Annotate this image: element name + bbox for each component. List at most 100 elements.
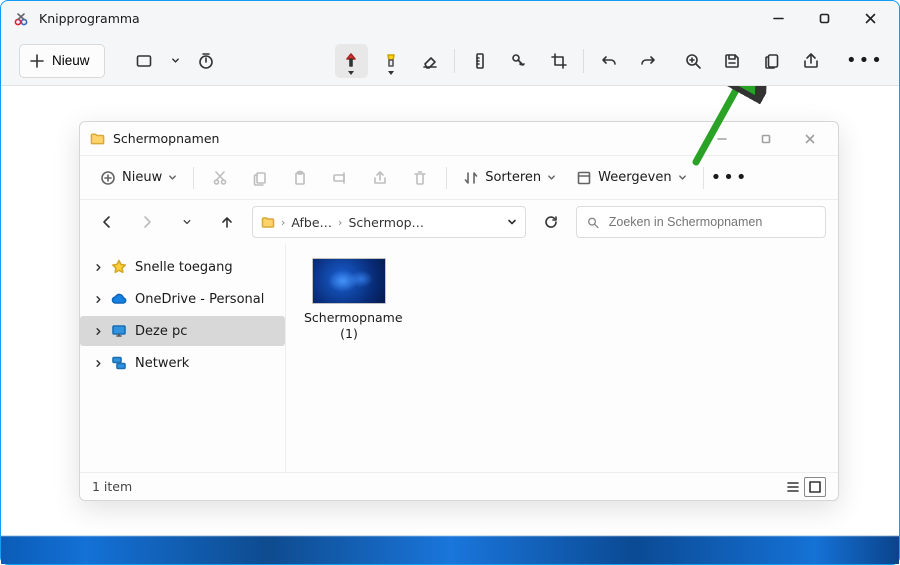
- share-icon: [802, 52, 820, 70]
- icons-view-button[interactable]: [804, 477, 826, 497]
- file-name-line1: Schermopname: [304, 310, 394, 326]
- zoom-icon: [684, 52, 702, 70]
- recent-locations-button[interactable]: [172, 207, 202, 237]
- chevron-right-icon: [94, 295, 103, 304]
- folder-icon: [261, 215, 275, 229]
- app-title: Knipprogramma: [39, 11, 140, 26]
- chevron-down-icon: [678, 173, 687, 182]
- share-button[interactable]: [794, 44, 827, 78]
- timer-icon: [197, 52, 215, 70]
- breadcrumb-seg2[interactable]: Schermop…: [348, 215, 424, 230]
- paste-icon: [292, 170, 308, 186]
- highlighter-tool-button[interactable]: [374, 44, 407, 78]
- cut-button[interactable]: [202, 162, 238, 194]
- explorer-more-button[interactable]: •••: [712, 162, 748, 194]
- file-thumbnail: [312, 258, 386, 304]
- status-text: 1 item: [92, 479, 132, 494]
- delay-button[interactable]: [189, 44, 222, 78]
- search-box[interactable]: [576, 206, 826, 238]
- star-icon: [111, 259, 127, 275]
- details-view-button[interactable]: [782, 477, 804, 497]
- forward-button[interactable]: [132, 207, 162, 237]
- explorer-toolbar: Nieuw Sorteren Weergeven: [80, 156, 838, 200]
- rename-icon: [332, 170, 348, 186]
- chevron-down-icon: [171, 56, 180, 65]
- explorer-maximize-button[interactable]: [744, 124, 788, 154]
- breadcrumb-seg1[interactable]: Afbe…: [291, 215, 332, 230]
- touch-icon: [510, 52, 528, 70]
- copy-icon: [763, 52, 781, 70]
- more-icon: •••: [711, 169, 749, 187]
- sidebar-item-onedrive[interactable]: OneDrive - Personal: [80, 284, 285, 314]
- crop-button[interactable]: [542, 44, 575, 78]
- share-button-explorer[interactable]: [362, 162, 398, 194]
- plus-icon: [30, 54, 44, 68]
- explorer-nav: › Afbe… › Schermop…: [80, 200, 838, 244]
- redo-button[interactable]: [631, 44, 664, 78]
- maximize-button[interactable]: [801, 3, 847, 35]
- copy-button[interactable]: [755, 44, 788, 78]
- breadcrumb-separator: ›: [338, 216, 342, 229]
- monitor-icon: [111, 323, 127, 339]
- copy-button-explorer[interactable]: [242, 162, 278, 194]
- explorer-close-button[interactable]: [788, 124, 832, 154]
- folder-icon: [90, 131, 105, 146]
- canvas-area: Schermopnamen Nieuw: [1, 86, 899, 564]
- new-plus-circle-icon: [100, 170, 116, 186]
- eraser-button[interactable]: [413, 44, 446, 78]
- explorer-title: Schermopnamen: [113, 131, 219, 146]
- explorer-minimize-button[interactable]: [700, 124, 744, 154]
- breadcrumb-separator: ›: [281, 216, 285, 229]
- chevron-right-icon: [94, 327, 103, 336]
- pen-tool-button[interactable]: [335, 44, 368, 78]
- save-button[interactable]: [716, 44, 749, 78]
- search-input[interactable]: [609, 215, 815, 229]
- undo-icon: [600, 52, 618, 70]
- sidebar-item-network[interactable]: Netwerk: [80, 348, 285, 378]
- ruler-button[interactable]: [463, 44, 496, 78]
- delete-button[interactable]: [402, 162, 438, 194]
- touch-writing-button[interactable]: [503, 44, 536, 78]
- view-label: Weergeven: [598, 170, 671, 185]
- save-icon: [723, 52, 741, 70]
- rename-button[interactable]: [322, 162, 358, 194]
- statusbar: 1 item: [80, 472, 838, 500]
- chevron-down-icon: [547, 173, 556, 182]
- new-label: Nieuw: [52, 53, 90, 68]
- snip-mode-button[interactable]: [128, 44, 161, 78]
- back-button[interactable]: [92, 207, 122, 237]
- close-button[interactable]: [847, 3, 893, 35]
- explorer-window: Schermopnamen Nieuw: [79, 121, 839, 501]
- new-button[interactable]: Nieuw: [19, 44, 105, 78]
- app-window: Knipprogramma Nieuw: [0, 0, 900, 565]
- sort-label: Sorteren: [485, 170, 541, 185]
- cut-icon: [212, 170, 228, 186]
- file-pane[interactable]: Schermopname (1): [285, 244, 838, 472]
- view-button[interactable]: Weergeven: [568, 162, 694, 194]
- up-button[interactable]: [212, 207, 242, 237]
- sidebar-label: Snelle toegang: [135, 260, 233, 275]
- address-bar[interactable]: › Afbe… › Schermop…: [252, 206, 526, 238]
- minimize-button[interactable]: [755, 3, 801, 35]
- chevron-right-icon: [94, 359, 103, 368]
- rectangle-snip-icon: [135, 52, 153, 70]
- explorer-titlebar: Schermopnamen: [80, 122, 838, 156]
- paste-button[interactable]: [282, 162, 318, 194]
- sort-icon: [463, 170, 479, 186]
- ruler-icon: [471, 52, 489, 70]
- sort-button[interactable]: Sorteren: [455, 162, 564, 194]
- sidebar: Snelle toegang OneDrive - Personal Deze …: [80, 244, 285, 472]
- sidebar-item-this-pc[interactable]: Deze pc: [80, 316, 285, 346]
- undo-button[interactable]: [592, 44, 625, 78]
- file-name-line2: (1): [304, 326, 394, 342]
- refresh-button[interactable]: [536, 207, 566, 237]
- explorer-new-button[interactable]: Nieuw: [92, 162, 185, 194]
- more-button[interactable]: •••: [847, 44, 883, 78]
- file-item[interactable]: Schermopname (1): [304, 258, 394, 341]
- sidebar-label: OneDrive - Personal: [135, 292, 264, 307]
- highlighter-icon: [382, 52, 400, 70]
- sidebar-item-quick-access[interactable]: Snelle toegang: [80, 252, 285, 282]
- zoom-button[interactable]: [677, 44, 710, 78]
- snip-mode-dropdown[interactable]: [167, 44, 184, 78]
- view-icon: [576, 170, 592, 186]
